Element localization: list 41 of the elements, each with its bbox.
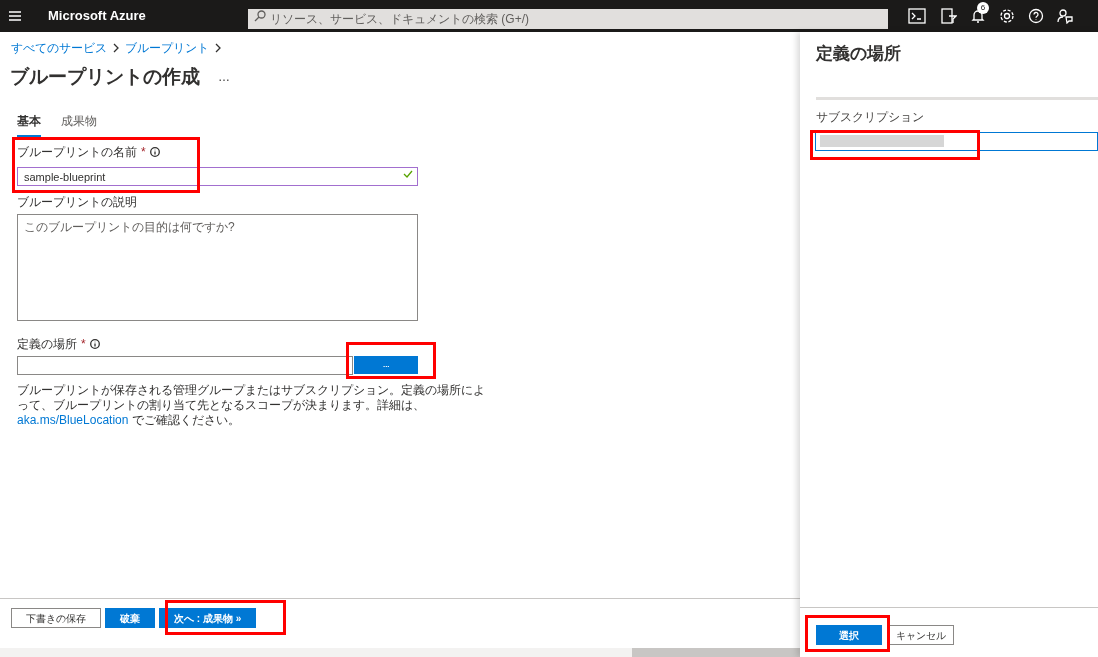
field-label: ブループリントの説明 <box>17 193 137 211</box>
location-field[interactable] <box>17 355 354 375</box>
breadcrumb-link[interactable]: すべてのサービス <box>11 39 107 57</box>
terminal-icon[interactable] <box>908 8 926 24</box>
name-field[interactable]: sample-blueprint <box>17 167 418 186</box>
page-title: ブループリントの作成 <box>10 65 200 89</box>
browse-button[interactable]: ... <box>354 356 418 374</box>
info-icon <box>149 146 160 157</box>
footer-button[interactable]: 破棄 <box>105 608 155 628</box>
panel-title: 定義の場所 <box>816 43 902 65</box>
feedback-icon[interactable] <box>1057 8 1073 24</box>
settings-icon[interactable] <box>999 8 1015 24</box>
info-icon <box>89 338 100 349</box>
footer-button[interactable]: 次へ : 成果物 » <box>159 608 257 628</box>
required-mark: * <box>141 143 146 161</box>
field-label: 定義の場所 <box>17 335 77 353</box>
search-field[interactable]: リソース、サービス、ドキュメントの検索 (G+/) <box>248 9 888 29</box>
notification-badge: 6 <box>977 2 989 14</box>
menu-icon[interactable] <box>8 10 22 22</box>
description-field[interactable]: このブループリントの目的は何ですか? <box>17 213 418 321</box>
scrollbar[interactable] <box>0 648 800 657</box>
subscription-field[interactable] <box>815 131 1098 151</box>
panel-button[interactable]: キャンセル <box>888 625 954 645</box>
panel-button[interactable]: 選択 <box>816 625 882 645</box>
required-mark: * <box>81 335 86 353</box>
tab[interactable]: 成果物 <box>61 111 97 137</box>
more-button[interactable]: … <box>218 68 230 87</box>
help-icon[interactable] <box>1028 8 1044 24</box>
directory-filter-icon[interactable] <box>939 8 957 24</box>
chevron-icon <box>113 43 119 53</box>
app-title[interactable]: Microsoft Azure <box>48 6 248 26</box>
notification-icon[interactable] <box>970 8 986 24</box>
search-icon <box>254 10 266 22</box>
field-label: ブループリントの名前 <box>17 143 137 161</box>
tab[interactable]: 基本 <box>17 111 41 137</box>
help-text: ブループリントが保存される管理グループまたはサブスクリプション。定義の場所によって、ブループリントの割り当て先となるスコープが決まります。詳細は、 aka.ms/BlueLocation でご確認ください。 <box>17 382 486 428</box>
breadcrumb-link[interactable]: ブループリント <box>125 39 209 57</box>
footer-button[interactable]: 下書きの保存 <box>11 608 101 628</box>
help-link[interactable]: aka.ms/BlueLocation <box>17 412 129 427</box>
chevron-icon <box>215 43 221 53</box>
field-label: サブスクリプション <box>816 109 924 124</box>
